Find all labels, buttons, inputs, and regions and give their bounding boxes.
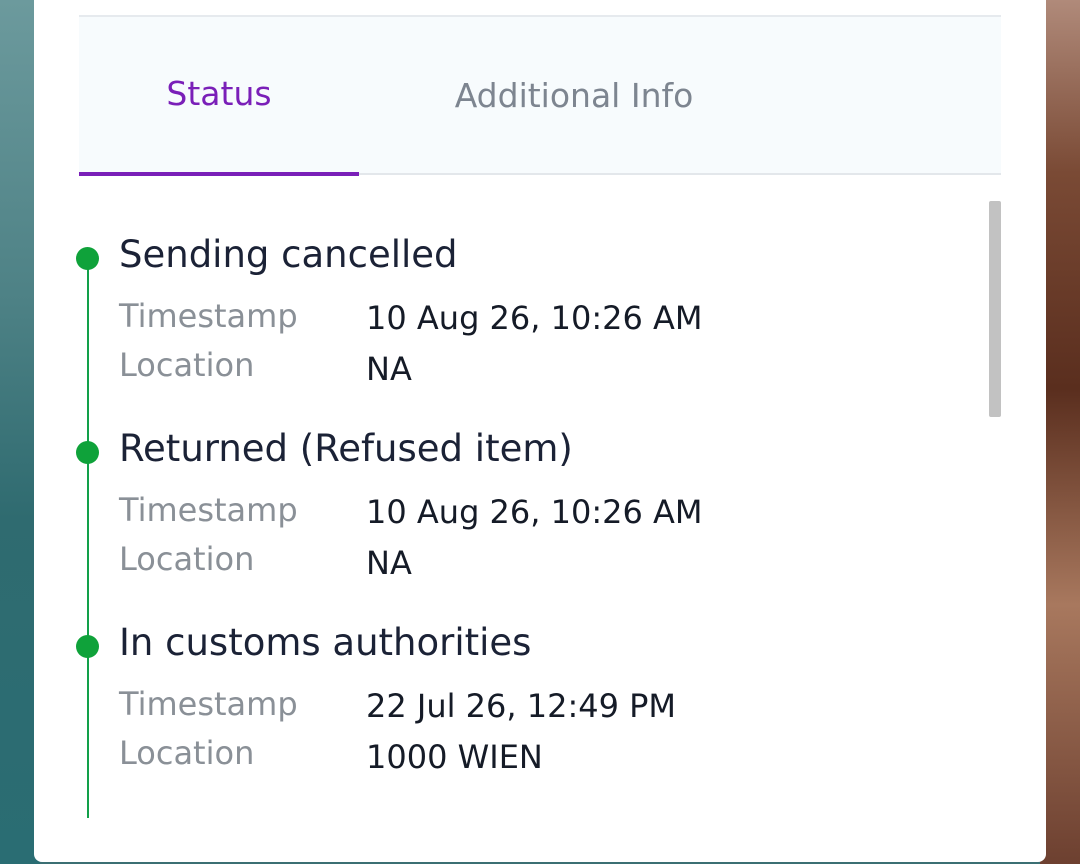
location-label: Location <box>119 540 255 578</box>
event-title: Sending cancelled <box>119 233 458 276</box>
timestamp-value: 10 Aug 26, 10:26 AM <box>366 493 703 531</box>
tab-additional-info[interactable]: Additional Info <box>359 17 789 173</box>
active-tab-indicator <box>79 172 359 176</box>
location-value: NA <box>366 544 412 582</box>
timeline-dot-icon <box>76 635 99 658</box>
timestamp-value: 10 Aug 26, 10:26 AM <box>366 299 703 337</box>
timestamp-value: 22 Jul 26, 12:49 PM <box>366 687 677 725</box>
timestamp-label: Timestamp <box>119 491 298 529</box>
timestamp-label: Timestamp <box>119 685 298 723</box>
timeline-line <box>87 258 89 818</box>
event-title: In customs authorities <box>119 621 532 664</box>
location-value: NA <box>366 350 412 388</box>
timeline-dot-icon <box>76 441 99 464</box>
background-right <box>1040 0 1080 864</box>
location-label: Location <box>119 734 255 772</box>
location-label: Location <box>119 346 255 384</box>
timeline-dot-icon <box>76 247 99 270</box>
location-value: 1000 WIEN <box>366 738 543 776</box>
tab-status[interactable]: Status <box>79 17 359 173</box>
event-title: Returned (Refused item) <box>119 427 573 470</box>
tab-bar: Status Additional Info <box>79 15 1001 176</box>
tracking-card: Status Additional Info Sending cancelled… <box>34 0 1046 862</box>
scrollbar[interactable] <box>989 201 1001 417</box>
timestamp-label: Timestamp <box>119 297 298 335</box>
